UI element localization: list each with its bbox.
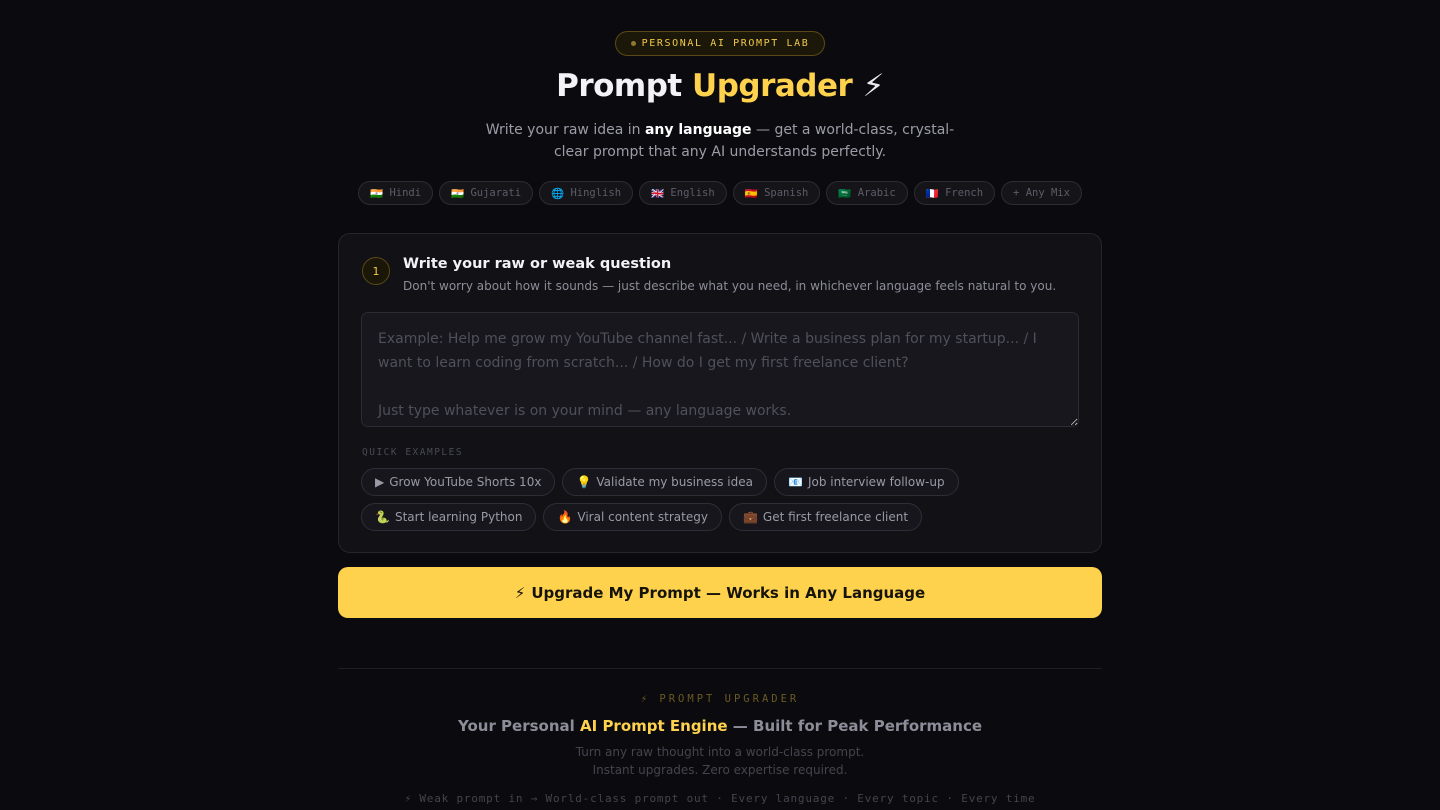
language-pill-french: 🇫🇷 French	[913, 181, 996, 205]
subtitle-before: Write your raw idea in	[485, 122, 645, 138]
lightning-icon: ⚡	[514, 583, 526, 602]
chip-label: Viral content strategy	[577, 510, 708, 524]
chip-label: Get first freelance client	[762, 510, 909, 524]
play-icon: ▶	[375, 475, 385, 489]
language-label: English	[670, 187, 715, 199]
snake-icon: 🐍	[375, 510, 390, 524]
briefcase-icon: 💼	[742, 510, 758, 524]
page-subtitle: Write your raw idea in any language — ge…	[470, 119, 970, 163]
footer-tagline: ⚡ Weak prompt in → World-class prompt ou…	[404, 792, 1036, 805]
globe-icon: 🌐	[551, 187, 565, 200]
footer-desc-line2: Instant upgrades. Zero expertise require…	[592, 763, 848, 777]
language-label: French	[945, 187, 984, 199]
language-pill-arabic: 🇸🇦 Arabic	[826, 181, 908, 205]
footer-divider	[338, 668, 1102, 669]
badge-dot-icon	[630, 41, 636, 46]
language-pill-any-mix: + Any Mix	[1001, 181, 1082, 205]
flag-icon: 🇫🇷	[925, 187, 939, 200]
language-label: Hinglish	[570, 187, 622, 199]
language-pill-english: 🇬🇧 English	[639, 181, 727, 205]
prompt-input-card: 1 Write your raw or weak question Don't …	[338, 233, 1102, 553]
upgrade-prompt-button[interactable]: ⚡ Upgrade My Prompt — Works in Any Langu…	[338, 567, 1102, 618]
step-title: Write your raw or weak question	[403, 256, 672, 272]
page-title: Prompt Upgrader ⚡	[0, 68, 1440, 104]
flag-icon: 🇮🇳	[370, 187, 384, 200]
footer-description: Turn any raw thought into a world-class …	[0, 743, 1440, 779]
language-label: Spanish	[764, 187, 809, 199]
footer-title-after: — Built for Peak Performance	[727, 717, 983, 735]
raw-question-input[interactable]	[361, 312, 1079, 427]
quick-example-youtube[interactable]: ▶ Grow YouTube Shorts 10x	[361, 468, 556, 496]
lightning-icon: ⚡	[862, 68, 885, 104]
language-pill-gujarati: 🇮🇳 Gujarati	[439, 181, 534, 205]
footer-title: Your Personal AI Prompt Engine — Built f…	[0, 717, 1440, 735]
chip-label: Start learning Python	[394, 510, 523, 524]
language-pill-hinglish: 🌐 Hinglish	[539, 181, 634, 205]
language-label: Arabic	[857, 187, 896, 199]
chip-label: Validate my business idea	[596, 475, 753, 489]
chip-label: Grow YouTube Shorts 10x	[389, 475, 542, 489]
quick-example-business[interactable]: 💡 Validate my business idea	[562, 468, 767, 496]
chip-label: Job interview follow-up	[807, 475, 945, 489]
quick-examples-list: ▶ Grow YouTube Shorts 10x 💡 Validate my bu…	[361, 468, 1081, 531]
footer-desc-line1: Turn any raw thought into a world-class …	[575, 745, 865, 759]
badge-label: PERSONAL AI PROMPT LAB	[641, 38, 810, 49]
email-icon: 📧	[787, 475, 803, 489]
language-pill-hindi: 🇮🇳 Hindi	[358, 181, 434, 205]
lightbulb-icon: 💡	[576, 475, 592, 489]
header-badge: PERSONAL AI PROMPT LAB	[615, 31, 825, 56]
title-plain: Prompt	[556, 68, 682, 104]
flag-icon: 🇪🇸	[744, 187, 758, 200]
step-number: 1	[362, 257, 390, 285]
footer-title-accent: AI Prompt Engine	[580, 717, 728, 735]
language-label: + Any Mix	[1013, 187, 1070, 199]
language-pills: 🇮🇳 Hindi 🇮🇳 Gujarati 🌐 Hinglish 🇬🇧 Engli…	[0, 181, 1440, 205]
quick-example-viral[interactable]: 🔥 Viral content strategy	[543, 503, 722, 531]
flag-icon: 🇬🇧	[651, 187, 665, 200]
subtitle-bold: any language	[644, 122, 752, 138]
footer-tag: ⚡ PROMPT UPGRADER	[640, 693, 800, 705]
fire-icon: 🔥	[557, 510, 573, 524]
quick-examples-label: QUICK EXAMPLES	[362, 447, 464, 458]
flag-icon: 🇸🇦	[838, 187, 852, 200]
language-pill-spanish: 🇪🇸 Spanish	[732, 181, 821, 205]
title-accent: Upgrader	[692, 68, 853, 104]
quick-example-freelance[interactable]: 💼 Get first freelance client	[728, 503, 923, 531]
flag-icon: 🇮🇳	[451, 187, 465, 200]
footer-title-before: Your Personal	[457, 717, 581, 735]
upgrade-button-label: Upgrade My Prompt — Works in Any Languag…	[531, 583, 926, 602]
quick-example-python[interactable]: 🐍 Start learning Python	[361, 503, 537, 531]
quick-example-interview[interactable]: 📧 Job interview follow-up	[773, 468, 959, 496]
language-label: Gujarati	[470, 187, 522, 199]
language-label: Hindi	[389, 187, 422, 199]
step-description: Don't worry about how it sounds — just d…	[403, 279, 1057, 293]
